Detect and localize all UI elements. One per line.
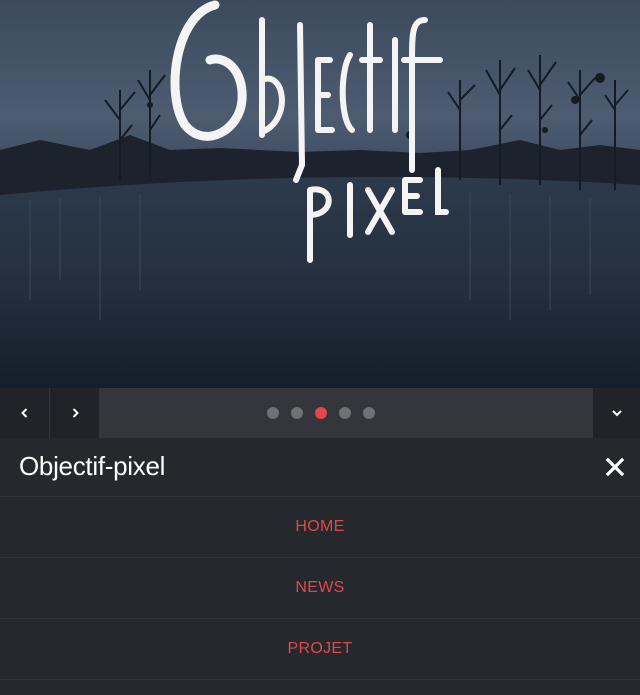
- chevron-down-icon: [611, 410, 622, 417]
- slider-controls: [0, 388, 640, 438]
- slide-dot-5[interactable]: [363, 407, 375, 419]
- menu-item-home[interactable]: HOME: [0, 497, 640, 558]
- menu-item-projet[interactable]: PROJET: [0, 619, 640, 680]
- objectif-pixel-logo: [170, 0, 449, 263]
- slide-dot-2[interactable]: [291, 407, 303, 419]
- close-icon[interactable]: [604, 456, 626, 478]
- slide-indicators: [267, 407, 375, 419]
- site-header: Objectif-pixel: [0, 438, 640, 497]
- menu-item-news[interactable]: NEWS: [0, 558, 640, 619]
- chevron-right-icon: [72, 408, 79, 418]
- slide-dot-3[interactable]: [315, 407, 327, 419]
- hero-banner: [0, 0, 640, 388]
- slide-dot-1[interactable]: [267, 407, 279, 419]
- menu-item-label: PROJET: [287, 640, 353, 657]
- menu-item-label: NEWS: [295, 579, 345, 596]
- expand-slider-button[interactable]: [593, 388, 640, 438]
- main-menu: HOME NEWS PROJET: [0, 497, 640, 680]
- menu-item-label: HOME: [295, 518, 345, 535]
- site-title[interactable]: Objectif-pixel: [19, 451, 165, 482]
- previous-slide-button[interactable]: [0, 388, 49, 438]
- next-slide-button[interactable]: [50, 388, 99, 438]
- chevron-left-icon: [20, 408, 27, 418]
- slide-dot-4[interactable]: [339, 407, 351, 419]
